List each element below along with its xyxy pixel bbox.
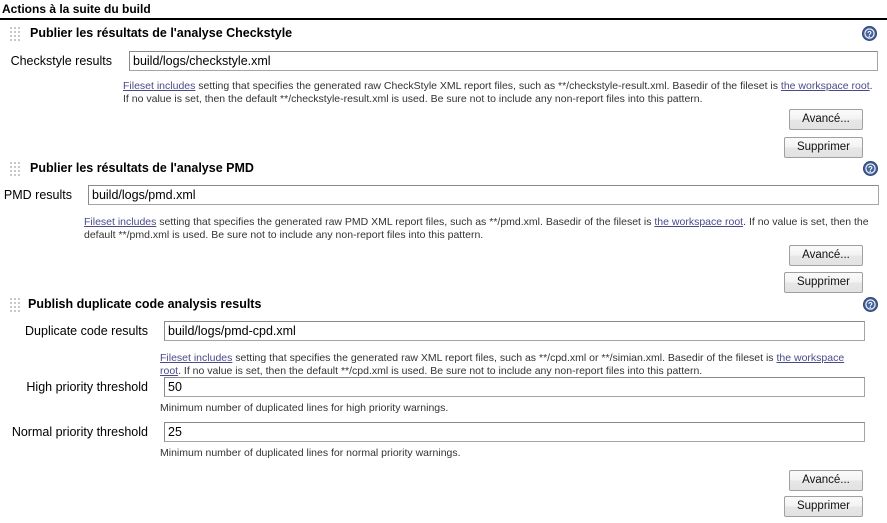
- field-label-pmd-results: PMD results: [3, 188, 72, 202]
- desc-text-1: setting that specifies the generated raw…: [232, 352, 777, 364]
- fileset-includes-link[interactable]: Fileset includes: [84, 216, 156, 228]
- normal-priority-threshold-input[interactable]: [164, 422, 865, 442]
- delete-button-checkstyle[interactable]: Supprimer: [784, 137, 863, 158]
- field-label-checkstyle-results: Checkstyle results: [10, 54, 112, 68]
- help-icon[interactable]: ?: [863, 161, 878, 176]
- help-text-normal-priority-threshold: Minimum number of duplicated lines for n…: [160, 447, 461, 459]
- drag-handle-icon[interactable]: [10, 162, 23, 176]
- section-title: Publier les résultats de l'analyse Check…: [30, 26, 293, 40]
- checkstyle-results-input[interactable]: [129, 51, 878, 71]
- page-title: Actions à la suite du build: [2, 2, 151, 16]
- section-header-checkstyle: Publier les résultats de l'analyse Check…: [0, 24, 887, 46]
- delete-button-pmd[interactable]: Supprimer: [784, 272, 863, 293]
- high-priority-threshold-input[interactable]: [164, 377, 865, 397]
- fileset-includes-link[interactable]: Fileset includes: [160, 352, 232, 364]
- section-checkstyle: Publier les résultats de l'analyse Check…: [0, 24, 887, 158]
- help-text-high-priority-threshold: Minimum number of duplicated lines for h…: [160, 402, 449, 414]
- section-description-checkstyle: Fileset includes setting that specifies …: [123, 80, 879, 106]
- advanced-button-pmd[interactable]: Avancé...: [789, 245, 863, 266]
- section-pmd: Publier les résultats de l'analyse PMD ?…: [0, 159, 887, 293]
- svg-text:?: ?: [868, 301, 873, 310]
- section-description-duplicate-code: Fileset includes setting that specifies …: [160, 352, 867, 378]
- field-label-normal-priority-threshold: Normal priority threshold: [11, 425, 148, 439]
- workspace-root-link[interactable]: the workspace root: [654, 216, 743, 228]
- desc-text-1: setting that specifies the generated raw…: [195, 80, 781, 92]
- help-icon[interactable]: ?: [863, 297, 878, 312]
- drag-handle-icon[interactable]: [10, 298, 23, 312]
- field-label-duplicate-code-results: Duplicate code results: [25, 324, 148, 338]
- svg-text:?: ?: [868, 165, 873, 174]
- fileset-includes-link[interactable]: Fileset includes: [123, 80, 195, 92]
- desc-text-2: . If no value is set, then the default *…: [178, 365, 703, 377]
- desc-text-1: setting that specifies the generated raw…: [156, 216, 655, 228]
- drag-handle-icon[interactable]: [10, 27, 23, 41]
- advanced-button-checkstyle[interactable]: Avancé...: [789, 109, 863, 130]
- help-icon[interactable]: ?: [862, 26, 877, 41]
- header-divider: [0, 18, 887, 20]
- section-header-duplicate-code: Publish duplicate code analysis results …: [0, 295, 887, 317]
- advanced-button-duplicate-code[interactable]: Avancé...: [789, 470, 863, 491]
- section-duplicate-code: Publish duplicate code analysis results …: [0, 295, 887, 517]
- field-label-high-priority-threshold: High priority threshold: [26, 380, 148, 394]
- section-title: Publish duplicate code analysis results: [28, 297, 262, 311]
- section-description-pmd: Fileset includes setting that specifies …: [84, 216, 879, 242]
- section-header-pmd: Publier les résultats de l'analyse PMD ?: [0, 159, 887, 181]
- section-title: Publier les résultats de l'analyse PMD: [30, 161, 254, 175]
- duplicate-code-results-input[interactable]: [164, 321, 865, 341]
- svg-text:?: ?: [867, 30, 872, 39]
- workspace-root-link[interactable]: the workspace root: [781, 80, 870, 92]
- pmd-results-input[interactable]: [88, 185, 879, 205]
- delete-button-duplicate-code[interactable]: Supprimer: [784, 496, 863, 517]
- page-header: Actions à la suite du build: [0, 0, 887, 20]
